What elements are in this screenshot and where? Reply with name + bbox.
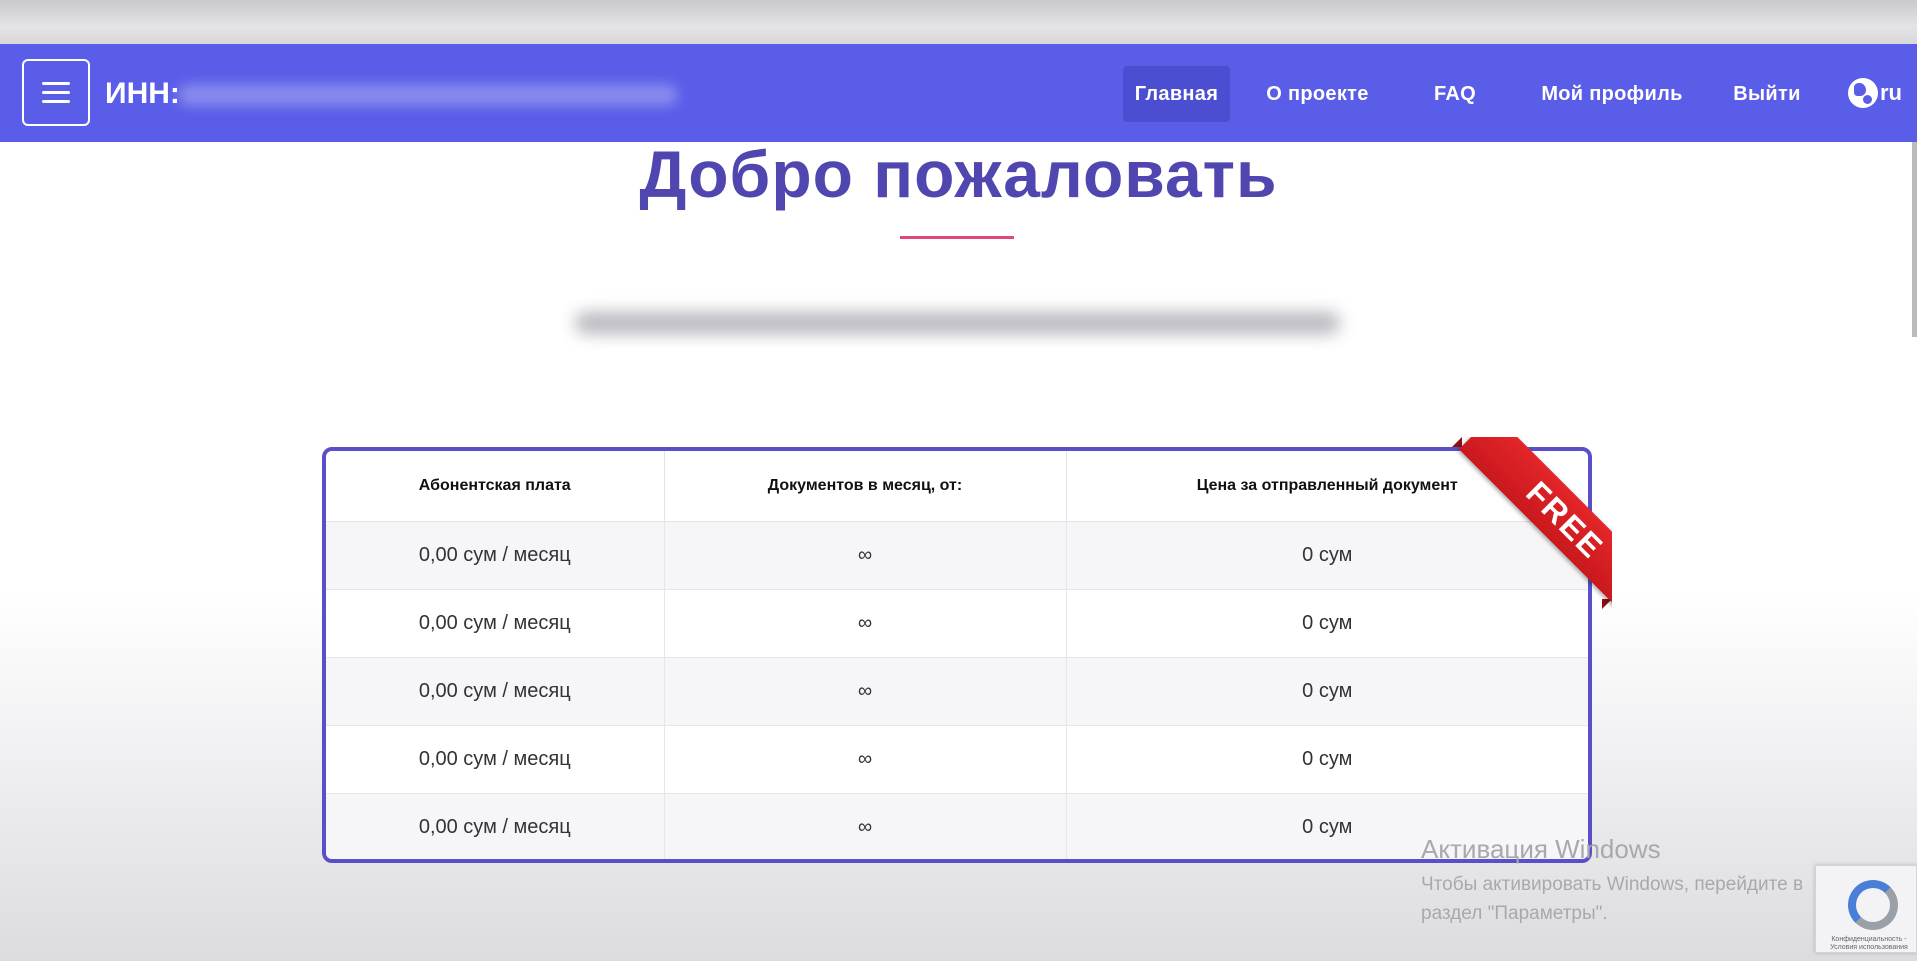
inn-label: ИНН: (105, 77, 180, 110)
documents-per-month-cell: ∞ (664, 793, 1067, 859)
language-switch[interactable]: ru (1880, 80, 1902, 106)
nav-my-profile[interactable]: Мой профиль (1532, 66, 1692, 122)
table-row: 0,00 сум / месяц ∞ 0 сум (326, 793, 1588, 859)
free-ribbon: FREE (1452, 437, 1612, 609)
page-title: Добро пожаловать (639, 137, 1278, 211)
documents-per-month-cell: ∞ (664, 589, 1067, 658)
nav-faq[interactable]: FAQ (1420, 66, 1490, 122)
subscription-fee-cell: 0,00 сум / месяц (326, 589, 665, 658)
hamburger-icon (42, 100, 70, 103)
recaptcha-terms: Конфиденциальность - Условия использован… (1830, 936, 1908, 951)
nav-logout[interactable]: Выйти (1722, 66, 1812, 122)
hamburger-icon (42, 91, 70, 94)
title-underline (900, 236, 1014, 239)
subscription-fee-cell: 0,00 сум / месяц (326, 521, 665, 590)
nav-home[interactable]: Главная (1123, 66, 1230, 122)
hamburger-icon (42, 82, 70, 85)
windows-activation-text: Чтобы активировать Windows, перейдите в … (1421, 870, 1881, 928)
menu-toggle-button[interactable] (22, 59, 90, 126)
documents-per-month-cell: ∞ (664, 725, 1067, 794)
subtitle-redacted (575, 312, 1340, 334)
inn-value-redacted (178, 84, 678, 106)
table-row: 0,00 сум / месяц ∞ 0 сум (326, 725, 1588, 794)
browser-top-strip (0, 0, 1917, 44)
subscription-fee-cell: 0,00 сум / месяц (326, 793, 665, 859)
subscription-fee-cell: 0,00 сум / месяц (326, 657, 665, 726)
price-per-document-cell: 0 сум (1066, 725, 1588, 794)
table-row: 0,00 сум / месяц ∞ 0 сум (326, 657, 1588, 726)
globe-icon[interactable] (1848, 78, 1878, 108)
top-navbar: ИНН: Главная О проекте FAQ Мой профиль В… (0, 44, 1917, 142)
column-header: Абонентская плата (326, 451, 665, 522)
price-per-document-cell: 0 сум (1066, 657, 1588, 726)
table-row: 0,00 сум / месяц ∞ 0 сум (326, 521, 1588, 590)
documents-per-month-cell: ∞ (664, 657, 1067, 726)
column-header: Документов в месяц, от: (664, 451, 1067, 522)
recaptcha-icon (1848, 880, 1898, 930)
free-badge: FREE (1458, 437, 1612, 609)
windows-activation-title: Активация Windows (1421, 834, 1661, 864)
table-header-row: Абонентская плата Документов в месяц, от… (326, 451, 1588, 522)
subscription-fee-cell: 0,00 сум / месяц (326, 725, 665, 794)
documents-per-month-cell: ∞ (664, 521, 1067, 590)
recaptcha-badge[interactable]: Конфиденциальность - Условия использован… (1815, 865, 1917, 953)
table-row: 0,00 сум / месяц ∞ 0 сум (326, 589, 1588, 658)
windows-activation-line: Чтобы активировать Windows, перейдите в (1421, 874, 1804, 895)
windows-activation-line: раздел "Параметры". (1421, 903, 1608, 924)
nav-about[interactable]: О проекте (1250, 66, 1385, 122)
pricing-table: Абонентская плата Документов в месяц, от… (322, 447, 1592, 863)
